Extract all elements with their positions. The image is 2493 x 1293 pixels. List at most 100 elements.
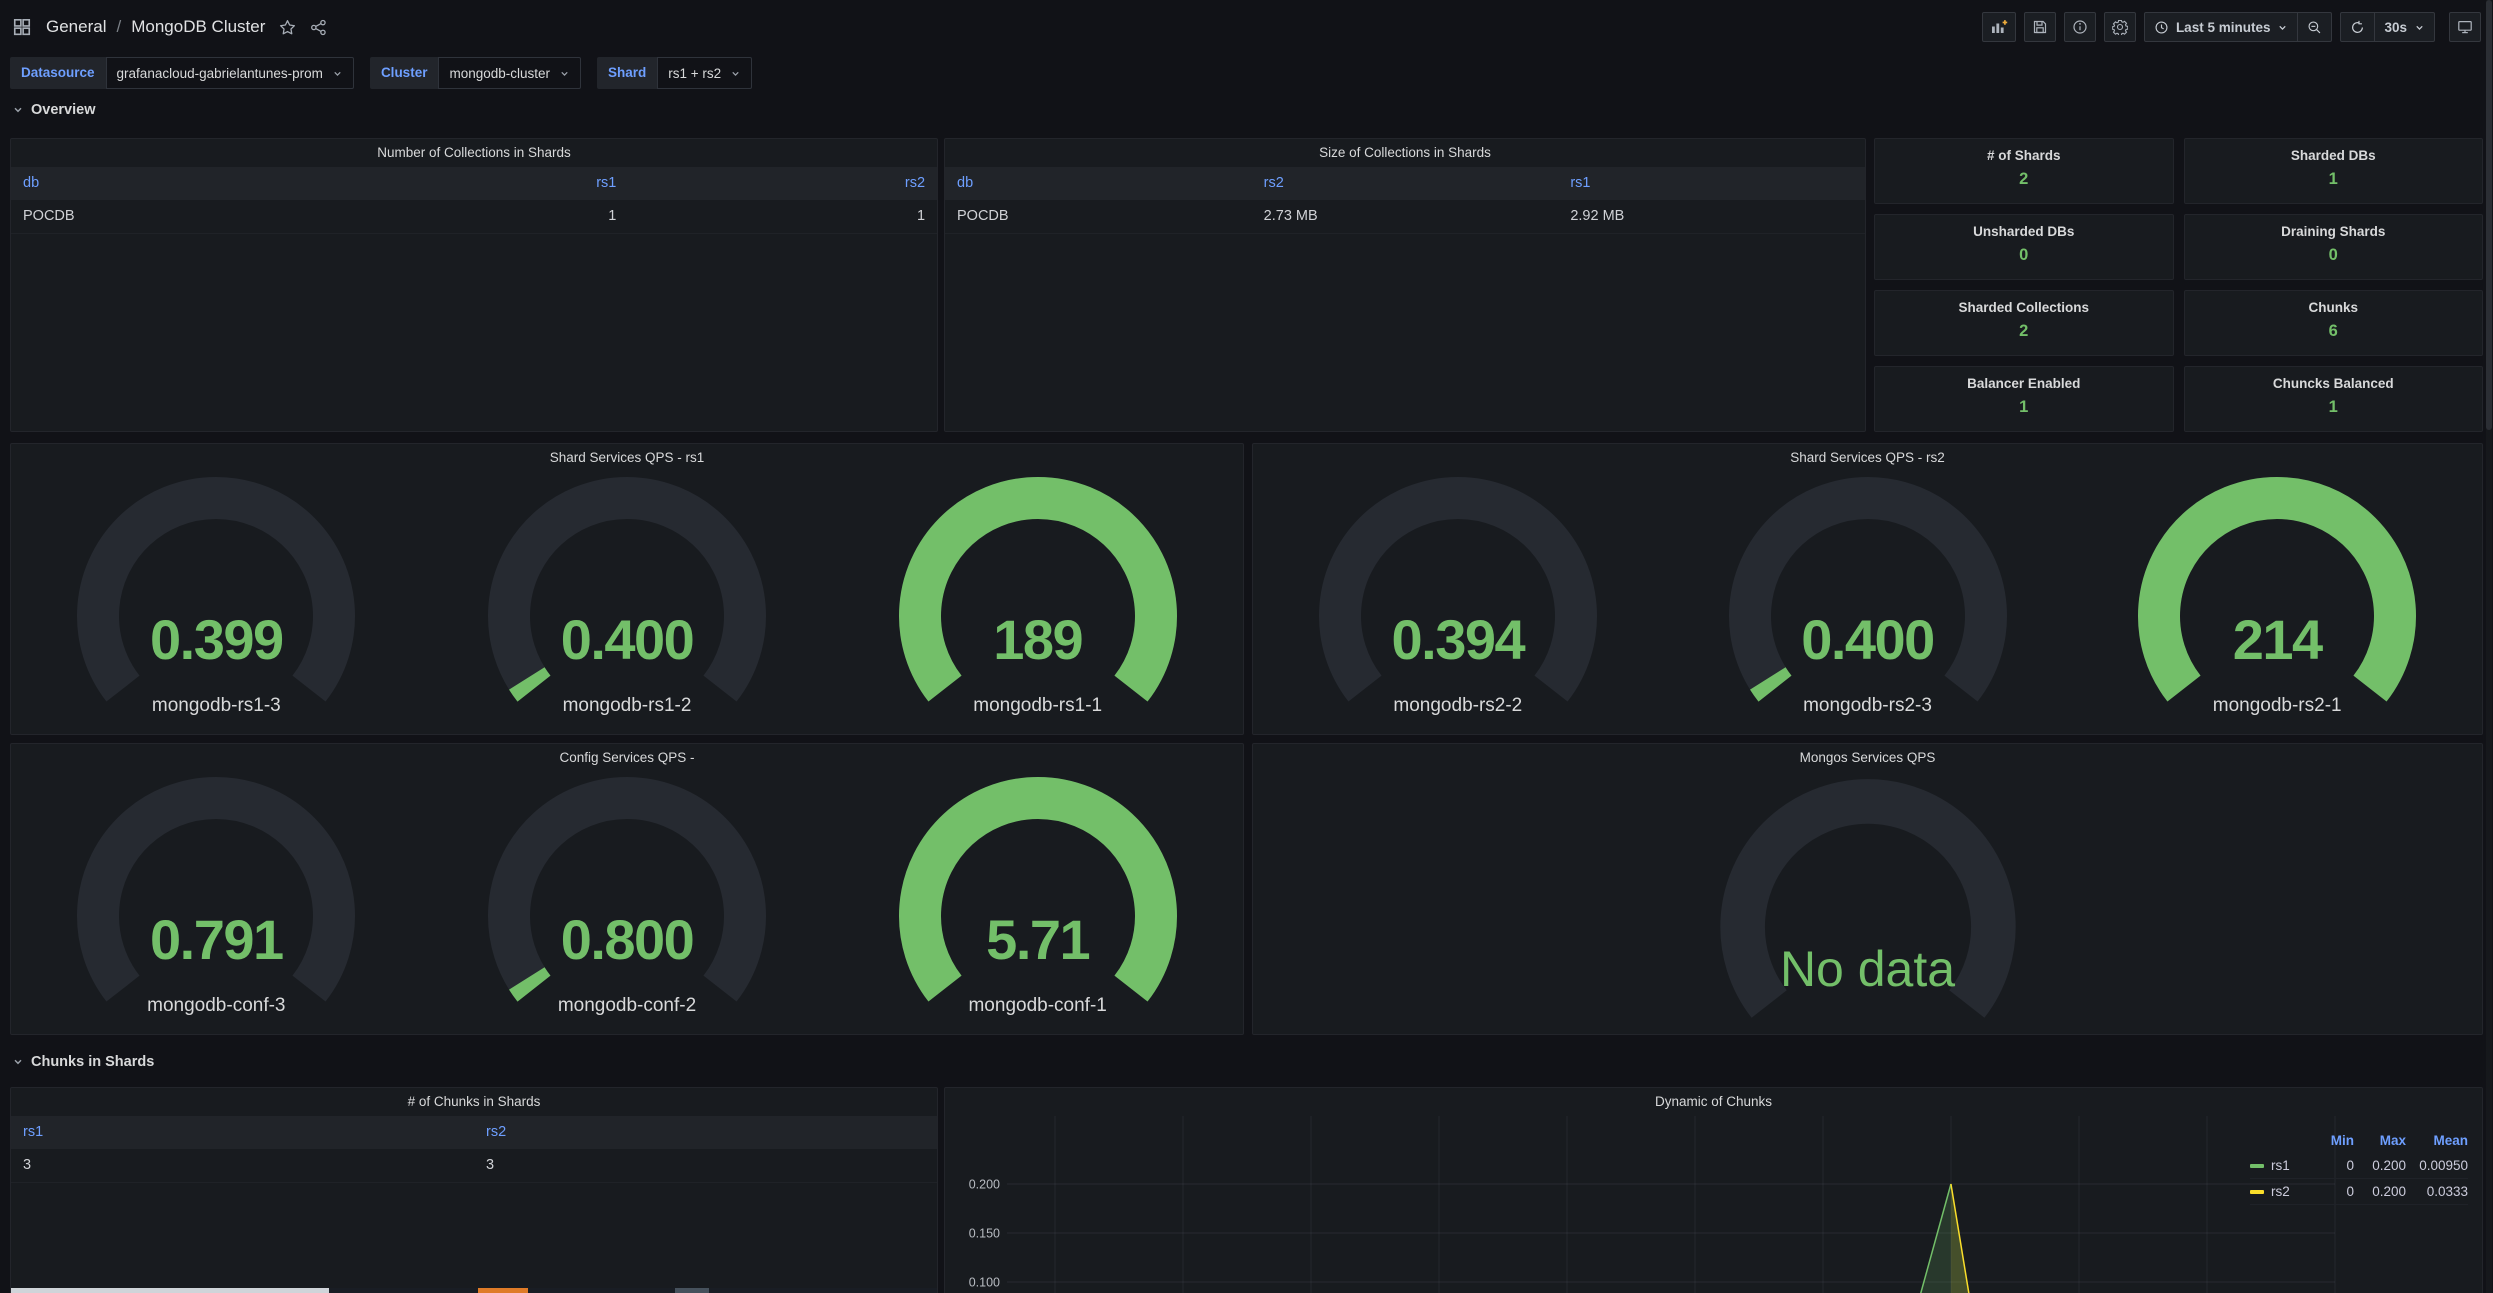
column-header-rs2[interactable]: rs2: [1252, 167, 1559, 200]
dashboard-settings-button[interactable]: [2104, 12, 2136, 42]
chevron-down-icon: [332, 68, 343, 79]
stat-value: 2: [1875, 170, 2173, 189]
strip-segment: [675, 1288, 709, 1293]
gauge-arc: [2117, 474, 2437, 714]
panel-shard-qps-rs1: Shard Services QPS - rs1 0.399mongodb-rs…: [10, 443, 1244, 735]
refresh-button[interactable]: [2341, 13, 2374, 41]
filter-chip-cluster: Clustermongodb-cluster: [370, 57, 581, 89]
save-dashboard-button[interactable]: [2024, 12, 2056, 42]
chart-legend: MinMaxMeanrs100.2000.00950rs200.2000.033…: [2250, 1128, 2468, 1205]
gauge-arc: [1708, 474, 2028, 714]
gauge-mongodb-conf-1: 5.71mongodb-conf-1: [832, 772, 1243, 1034]
add-panel-button[interactable]: [1982, 12, 2016, 42]
stats-grid: # of Shards2Sharded DBs1Unsharded DBs0Dr…: [1874, 138, 2483, 432]
gauge-label: mongodb-rs2-3: [1663, 695, 2073, 717]
page-scrollbar-track: [2486, 0, 2492, 1293]
chevron-down-icon: [2414, 22, 2425, 33]
panel-title[interactable]: # of Chunks in Shards: [11, 1088, 937, 1116]
zoom-out-time-button[interactable]: [2297, 13, 2331, 41]
column-header-rs2[interactable]: rs2: [474, 1116, 937, 1149]
gauge-value: 0.394: [1253, 612, 1663, 668]
column-header-rs2[interactable]: rs2: [628, 167, 937, 200]
stat-panel-chunks: Chunks6: [2184, 290, 2484, 356]
svg-text:0.100: 0.100: [969, 1276, 1000, 1290]
legend-stat: 0.00950: [2406, 1158, 2468, 1173]
gauge-body: 0.399mongodb-rs1-30.400mongodb-rs1-2189m…: [11, 472, 1243, 734]
gauge-mongodb-rs1-3: 0.399mongodb-rs1-3: [11, 472, 422, 734]
legend-series-rs1[interactable]: rs1: [2250, 1158, 2302, 1173]
legend-series-label: rs2: [2271, 1184, 2290, 1199]
refresh-interval-label: 30s: [2384, 20, 2407, 35]
stat-title: Draining Shards: [2185, 224, 2483, 239]
column-header-db[interactable]: db: [11, 167, 320, 200]
legend-header-min[interactable]: Min: [2302, 1133, 2354, 1148]
stat-panel-chuncks-balanced: Chuncks Balanced1: [2184, 366, 2484, 432]
gauge-label: mongodb-rs2-2: [1253, 695, 1663, 717]
star-icon[interactable]: [279, 19, 296, 36]
filter-chip-shard: Shard rs1 + rs2: [597, 57, 752, 89]
gauge-value: 0.791: [11, 912, 422, 968]
table-cell: 2.92 MB: [1558, 200, 1865, 233]
breadcrumb: General / MongoDB Cluster: [46, 17, 265, 37]
chevron-down-icon: [730, 68, 741, 79]
stat-title: # of Shards: [1875, 148, 2173, 163]
stat-title: Sharded Collections: [1875, 300, 2173, 315]
column-header-rs1[interactable]: rs1: [11, 1116, 474, 1149]
column-header-db[interactable]: db: [945, 167, 1252, 200]
panel-title[interactable]: Shard Services QPS - rs1: [11, 444, 1243, 472]
kiosk-mode-button[interactable]: [2449, 12, 2481, 42]
legend-stat: 0.0333: [2406, 1184, 2468, 1199]
refresh-interval-select[interactable]: 30s: [2374, 13, 2434, 41]
table-cell: 3: [11, 1149, 474, 1182]
gauge-value: 0.800: [422, 912, 833, 968]
panel-title[interactable]: Config Services QPS -: [11, 744, 1243, 772]
legend-header-max[interactable]: Max: [2354, 1133, 2406, 1148]
stat-value: 0: [2185, 246, 2483, 265]
panel-title[interactable]: Size of Collections in Shards: [945, 139, 1865, 167]
breadcrumb-section[interactable]: General: [46, 17, 106, 37]
refresh-controls: 30s: [2340, 12, 2435, 42]
page-title[interactable]: MongoDB Cluster: [131, 17, 265, 37]
filter-label-shard: Shard: [597, 57, 657, 89]
panel-title[interactable]: Dynamic of Chunks: [945, 1088, 2482, 1116]
stat-value: 2: [1875, 322, 2173, 341]
column-header-rs1[interactable]: rs1: [320, 167, 629, 200]
monitor-icon: [2457, 19, 2473, 35]
gauge-no-data: No data: [1618, 772, 2118, 1034]
column-header-rs1[interactable]: rs1: [1558, 167, 1865, 200]
dashboard-insights-button[interactable]: [2064, 12, 2096, 42]
table-cell: POCDB: [11, 200, 320, 233]
legend-series-rs2[interactable]: rs2: [2250, 1184, 2302, 1199]
time-range-picker[interactable]: Last 5 minutes: [2145, 13, 2298, 41]
gauge-arc: [1298, 474, 1618, 714]
stat-value: 6: [2185, 322, 2483, 341]
legend-swatch: [2250, 1164, 2264, 1168]
section-header-overview[interactable]: Overview: [12, 102, 96, 118]
collections-size-table: dbrs2rs1POCDB2.73 MB2.92 MB: [945, 167, 1865, 234]
panel-title[interactable]: Number of Collections in Shards: [11, 139, 937, 167]
stat-panel-balancer-enabled: Balancer Enabled1: [1874, 366, 2174, 432]
legend-row-rs1: rs100.2000.00950: [2250, 1153, 2468, 1179]
panel-dynamic-of-chunks: Dynamic of Chunks 0.2000.1500.100 MinMax…: [944, 1087, 2483, 1293]
table-cell: 2.73 MB: [1252, 200, 1559, 233]
panel-chunks-count: # of Chunks in Shards rs1rs233: [10, 1087, 938, 1293]
gauge-body: 0.394mongodb-rs2-20.400mongodb-rs2-3214m…: [1253, 472, 2482, 734]
section-header-chunks[interactable]: Chunks in Shards: [12, 1054, 154, 1070]
panel-title[interactable]: Mongos Services QPS: [1253, 744, 2482, 772]
gauge-value: 5.71: [832, 912, 1243, 968]
legend-series-label: rs1: [2271, 1158, 2290, 1173]
filter-chip-datasource: Datasourcegrafanacloud-gabrielantunes-pr…: [10, 57, 354, 89]
legend-header-mean[interactable]: Mean: [2406, 1133, 2468, 1148]
filter-value-cluster[interactable]: mongodb-cluster: [438, 57, 581, 89]
page-scrollbar-thumb[interactable]: [2486, 0, 2492, 430]
share-icon[interactable]: [310, 19, 327, 36]
filter-value-shard[interactable]: rs1 + rs2: [657, 57, 752, 89]
dashboards-grid-icon[interactable]: [12, 17, 32, 37]
strip-segment: [478, 1288, 528, 1293]
stat-panel--of-shards: # of Shards 2: [1874, 138, 2174, 204]
panel-config-qps: Config Services QPS - 0.791mongodb-conf-…: [10, 743, 1244, 1035]
panel-title[interactable]: Shard Services QPS - rs2: [1253, 444, 2482, 472]
filter-value-text: rs1 + rs2: [668, 66, 721, 81]
gauge-arc: [56, 774, 376, 1014]
filter-value-datasource[interactable]: grafanacloud-gabrielantunes-prom: [106, 57, 354, 89]
